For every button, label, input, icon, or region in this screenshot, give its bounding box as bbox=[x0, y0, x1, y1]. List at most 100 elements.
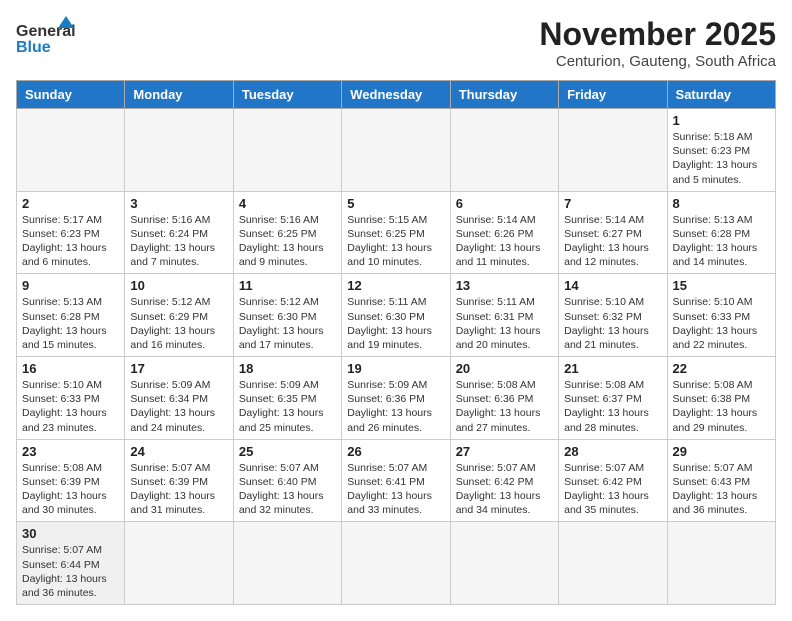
day-number: 11 bbox=[239, 278, 336, 293]
day-number: 27 bbox=[456, 444, 553, 459]
day-info: Sunrise: 5:09 AM Sunset: 6:35 PM Dayligh… bbox=[239, 378, 336, 435]
day-info: Sunrise: 5:07 AM Sunset: 6:39 PM Dayligh… bbox=[130, 461, 227, 518]
day-info: Sunrise: 5:10 AM Sunset: 6:33 PM Dayligh… bbox=[22, 378, 119, 435]
weekday-header-cell: Monday bbox=[125, 81, 233, 109]
day-info: Sunrise: 5:07 AM Sunset: 6:42 PM Dayligh… bbox=[564, 461, 661, 518]
day-number: 6 bbox=[456, 196, 553, 211]
calendar-day-cell: 12 Sunrise: 5:11 AM Sunset: 6:30 PM Dayli… bbox=[342, 274, 450, 357]
day-info: Sunrise: 5:08 AM Sunset: 6:39 PM Dayligh… bbox=[22, 461, 119, 518]
day-info: Sunrise: 5:10 AM Sunset: 6:32 PM Dayligh… bbox=[564, 295, 661, 352]
day-number: 1 bbox=[673, 113, 770, 128]
calendar-day-cell: 3 Sunrise: 5:16 AM Sunset: 6:24 PM Daylig… bbox=[125, 191, 233, 274]
calendar-day-cell: 20Sunrise: 5:08 AM Sunset: 6:36 PM Dayli… bbox=[450, 357, 558, 440]
calendar-day-cell: 23 Sunrise: 5:08 AM Sunset: 6:39 PM Dayli… bbox=[17, 439, 125, 522]
calendar-day-cell bbox=[342, 522, 450, 605]
day-number: 3 bbox=[130, 196, 227, 211]
day-info: Sunrise: 5:14 AM Sunset: 6:26 PM Dayligh… bbox=[456, 213, 553, 270]
day-info: Sunrise: 5:07 AM Sunset: 6:40 PM Dayligh… bbox=[239, 461, 336, 518]
day-number: 13 bbox=[456, 278, 553, 293]
day-info: Sunrise: 5:07 AM Sunset: 6:44 PM Dayligh… bbox=[22, 543, 119, 600]
calendar-day-cell: 30 Sunrise: 5:07 AM Sunset: 6:44 PM Dayli… bbox=[17, 522, 125, 605]
calendar-day-cell: 13Sunrise: 5:11 AM Sunset: 6:31 PM Dayli… bbox=[450, 274, 558, 357]
calendar-day-cell bbox=[450, 522, 558, 605]
calendar-day-cell: 25 Sunrise: 5:07 AM Sunset: 6:40 PM Dayli… bbox=[233, 439, 341, 522]
day-number: 28 bbox=[564, 444, 661, 459]
day-number: 24 bbox=[130, 444, 227, 459]
day-info: Sunrise: 5:07 AM Sunset: 6:42 PM Dayligh… bbox=[456, 461, 553, 518]
day-number: 20 bbox=[456, 361, 553, 376]
day-number: 2 bbox=[22, 196, 119, 211]
day-info: Sunrise: 5:18 AM Sunset: 6:23 PM Dayligh… bbox=[673, 130, 770, 187]
day-info: Sunrise: 5:08 AM Sunset: 6:38 PM Dayligh… bbox=[673, 378, 770, 435]
calendar-day-cell bbox=[559, 522, 667, 605]
calendar-week-row: 23 Sunrise: 5:08 AM Sunset: 6:39 PM Dayli… bbox=[17, 439, 776, 522]
calendar-day-cell bbox=[125, 109, 233, 192]
calendar-day-cell bbox=[125, 522, 233, 605]
calendar-day-cell: 9 Sunrise: 5:13 AM Sunset: 6:28 PM Daylig… bbox=[17, 274, 125, 357]
calendar-day-cell bbox=[450, 109, 558, 192]
calendar-day-cell: 28 Sunrise: 5:07 AM Sunset: 6:42 PM Dayli… bbox=[559, 439, 667, 522]
generalblue-logo-icon: General Blue bbox=[16, 16, 76, 64]
day-number: 4 bbox=[239, 196, 336, 211]
day-info: Sunrise: 5:16 AM Sunset: 6:25 PM Dayligh… bbox=[239, 213, 336, 270]
calendar-day-cell: 11 Sunrise: 5:12 AM Sunset: 6:30 PM Dayli… bbox=[233, 274, 341, 357]
day-number: 5 bbox=[347, 196, 444, 211]
day-number: 15 bbox=[673, 278, 770, 293]
day-info: Sunrise: 5:12 AM Sunset: 6:30 PM Dayligh… bbox=[239, 295, 336, 352]
calendar-day-cell: 24 Sunrise: 5:07 AM Sunset: 6:39 PM Dayli… bbox=[125, 439, 233, 522]
calendar-day-cell: 4 Sunrise: 5:16 AM Sunset: 6:25 PM Daylig… bbox=[233, 191, 341, 274]
day-number: 16 bbox=[22, 361, 119, 376]
location-subtitle: Centurion, Gauteng, South Africa bbox=[539, 53, 776, 70]
day-number: 8 bbox=[673, 196, 770, 211]
day-info: Sunrise: 5:10 AM Sunset: 6:33 PM Dayligh… bbox=[673, 295, 770, 352]
day-info: Sunrise: 5:13 AM Sunset: 6:28 PM Dayligh… bbox=[673, 213, 770, 270]
calendar-day-cell: 1 Sunrise: 5:18 AM Sunset: 6:23 PM Daylig… bbox=[667, 109, 775, 192]
weekday-header-cell: Friday bbox=[559, 81, 667, 109]
calendar-title-area: November 2025 Centurion, Gauteng, South … bbox=[539, 16, 776, 70]
calendar-table: SundayMondayTuesdayWednesdayThursdayFrid… bbox=[16, 80, 776, 605]
calendar-day-cell: 10Sunrise: 5:12 AM Sunset: 6:29 PM Dayli… bbox=[125, 274, 233, 357]
logo: General Blue bbox=[16, 16, 76, 64]
day-number: 12 bbox=[347, 278, 444, 293]
calendar-week-row: 30 Sunrise: 5:07 AM Sunset: 6:44 PM Dayli… bbox=[17, 522, 776, 605]
day-info: Sunrise: 5:16 AM Sunset: 6:24 PM Dayligh… bbox=[130, 213, 227, 270]
day-info: Sunrise: 5:14 AM Sunset: 6:27 PM Dayligh… bbox=[564, 213, 661, 270]
day-number: 17 bbox=[130, 361, 227, 376]
day-number: 30 bbox=[22, 526, 119, 541]
calendar-day-cell bbox=[559, 109, 667, 192]
day-info: Sunrise: 5:13 AM Sunset: 6:28 PM Dayligh… bbox=[22, 295, 119, 352]
day-info: Sunrise: 5:08 AM Sunset: 6:37 PM Dayligh… bbox=[564, 378, 661, 435]
day-number: 10 bbox=[130, 278, 227, 293]
month-year-title: November 2025 bbox=[539, 16, 776, 53]
calendar-day-cell: 17Sunrise: 5:09 AM Sunset: 6:34 PM Dayli… bbox=[125, 357, 233, 440]
weekday-header-cell: Saturday bbox=[667, 81, 775, 109]
calendar-day-cell bbox=[233, 109, 341, 192]
weekday-header-cell: Thursday bbox=[450, 81, 558, 109]
day-info: Sunrise: 5:11 AM Sunset: 6:30 PM Dayligh… bbox=[347, 295, 444, 352]
calendar-day-cell: 5Sunrise: 5:15 AM Sunset: 6:25 PM Daylig… bbox=[342, 191, 450, 274]
day-number: 29 bbox=[673, 444, 770, 459]
weekday-header-cell: Tuesday bbox=[233, 81, 341, 109]
calendar-week-row: 2Sunrise: 5:17 AM Sunset: 6:23 PM Daylig… bbox=[17, 191, 776, 274]
day-number: 9 bbox=[22, 278, 119, 293]
calendar-day-cell: 21 Sunrise: 5:08 AM Sunset: 6:37 PM Dayli… bbox=[559, 357, 667, 440]
calendar-body: 1 Sunrise: 5:18 AM Sunset: 6:23 PM Daylig… bbox=[17, 109, 776, 605]
day-number: 18 bbox=[239, 361, 336, 376]
calendar-day-cell: 27 Sunrise: 5:07 AM Sunset: 6:42 PM Dayli… bbox=[450, 439, 558, 522]
weekday-header-cell: Wednesday bbox=[342, 81, 450, 109]
calendar-day-cell: 15 Sunrise: 5:10 AM Sunset: 6:33 PM Dayli… bbox=[667, 274, 775, 357]
day-number: 14 bbox=[564, 278, 661, 293]
svg-text:Blue: Blue bbox=[16, 39, 51, 56]
weekday-header-row: SundayMondayTuesdayWednesdayThursdayFrid… bbox=[17, 81, 776, 109]
calendar-day-cell: 26Sunrise: 5:07 AM Sunset: 6:41 PM Dayli… bbox=[342, 439, 450, 522]
day-info: Sunrise: 5:09 AM Sunset: 6:36 PM Dayligh… bbox=[347, 378, 444, 435]
calendar-day-cell bbox=[667, 522, 775, 605]
day-number: 23 bbox=[22, 444, 119, 459]
calendar-day-cell: 7Sunrise: 5:14 AM Sunset: 6:27 PM Daylig… bbox=[559, 191, 667, 274]
calendar-week-row: 16 Sunrise: 5:10 AM Sunset: 6:33 PM Dayli… bbox=[17, 357, 776, 440]
day-number: 21 bbox=[564, 361, 661, 376]
day-number: 25 bbox=[239, 444, 336, 459]
day-number: 19 bbox=[347, 361, 444, 376]
calendar-day-cell: 22Sunrise: 5:08 AM Sunset: 6:38 PM Dayli… bbox=[667, 357, 775, 440]
calendar-day-cell bbox=[17, 109, 125, 192]
